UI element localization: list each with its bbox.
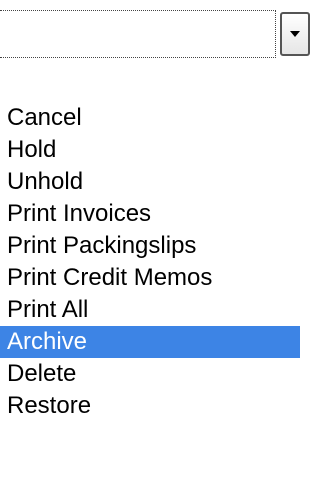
option-delete[interactable]: Delete: [0, 358, 300, 390]
option-restore[interactable]: Restore: [0, 390, 300, 422]
option-print-packingslips[interactable]: Print Packingslips: [0, 230, 300, 262]
dropdown-options-list: Cancel Hold Unhold Print Invoices Print …: [0, 102, 319, 422]
option-print-invoices[interactable]: Print Invoices: [0, 198, 300, 230]
option-cancel[interactable]: Cancel: [0, 102, 300, 134]
dropdown-toggle-button[interactable]: [280, 12, 310, 56]
mass-action-select[interactable]: [0, 10, 310, 58]
chevron-down-icon: [290, 31, 300, 37]
option-print-all[interactable]: Print All: [0, 294, 300, 326]
option-hold[interactable]: Hold: [0, 134, 300, 166]
option-archive[interactable]: Archive: [0, 326, 300, 358]
select-field[interactable]: [0, 10, 276, 58]
option-unhold[interactable]: Unhold: [0, 166, 300, 198]
option-print-credit-memos[interactable]: Print Credit Memos: [0, 262, 300, 294]
